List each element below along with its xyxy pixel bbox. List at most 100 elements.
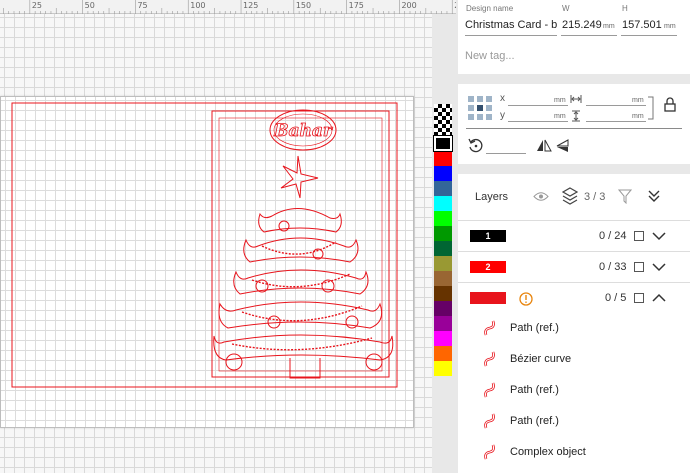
horizontal-ruler: 255075100125150175200225: [0, 0, 470, 14]
chevron-down-icon[interactable]: [652, 262, 666, 272]
layer-checkbox[interactable]: [634, 262, 644, 272]
tree-tier-5: [213, 334, 394, 361]
filter-icon[interactable]: [618, 189, 632, 204]
rotation-input[interactable]: [486, 153, 526, 154]
list-item[interactable]: Complex object: [458, 437, 690, 467]
x-label: x: [500, 93, 505, 104]
transform-width-input[interactable]: [586, 105, 646, 106]
layer-count: 0 / 5: [605, 292, 627, 304]
color-swatch[interactable]: [434, 286, 452, 301]
color-swatch[interactable]: [434, 196, 452, 211]
x-unit: mm: [554, 97, 566, 104]
ornament: [225, 353, 243, 371]
trunk-path: [289, 358, 321, 379]
star-path: [280, 155, 319, 199]
flip-vertical-icon[interactable]: [556, 139, 569, 153]
width-unit: mm: [603, 23, 615, 30]
color-swatch[interactable]: [433, 135, 453, 152]
color-swatch[interactable]: [434, 346, 452, 361]
rotate-icon[interactable]: [468, 138, 484, 154]
transform-divider: [466, 128, 682, 129]
object-name: Complex object: [510, 446, 586, 458]
properties-panel: Design name W H Christmas Card - be 215.…: [456, 0, 690, 473]
color-swatch[interactable]: [434, 361, 452, 376]
object-name: Path (ref.): [510, 384, 559, 396]
path-icon: [484, 320, 495, 336]
list-item[interactable]: Path (ref.): [458, 313, 690, 343]
color-swatch[interactable]: [434, 271, 452, 286]
color-swatch[interactable]: [434, 256, 452, 271]
x-input[interactable]: [508, 105, 568, 106]
layers-card: Layers 3 / 3 1 0 / 24 2 0 / 33 0 / 5 Pat…: [458, 174, 690, 473]
chevron-up-icon[interactable]: [652, 293, 666, 303]
width-label: W: [562, 4, 570, 13]
height-input[interactable]: 157.501: [622, 19, 662, 31]
transform-height-unit: mm: [632, 113, 644, 120]
color-swatch[interactable]: [434, 226, 452, 241]
color-swatch[interactable]: [434, 241, 452, 256]
color-swatch[interactable]: [434, 331, 452, 346]
color-swatch[interactable]: [434, 316, 452, 331]
ruler-label: 100: [190, 1, 206, 10]
list-item[interactable]: Path (ref.): [458, 375, 690, 405]
design-name-underline: [465, 35, 557, 36]
height-underline: [621, 35, 677, 36]
ruler-label: 150: [295, 1, 312, 10]
link-bracket-icon: [648, 96, 654, 120]
design-name-input[interactable]: Christmas Card - be: [465, 19, 557, 31]
layer-color-chip[interactable]: 1: [470, 230, 506, 242]
y-unit: mm: [554, 113, 566, 120]
list-item[interactable]: Path (ref.): [458, 406, 690, 436]
design-canvas[interactable]: Bahar: [0, 14, 432, 473]
garland-path: [231, 241, 373, 351]
tree-tier-2: [243, 237, 359, 263]
visible-layer-count: 3 / 3: [584, 191, 606, 203]
flip-horizontal-icon[interactable]: [536, 139, 552, 152]
layer-row-3[interactable]: 0 / 5: [458, 282, 690, 313]
width-input[interactable]: 215.249: [562, 19, 602, 31]
layer-count: 0 / 24: [599, 230, 627, 242]
new-tag-input[interactable]: New tag...: [465, 50, 515, 62]
width-arrows-icon: [570, 95, 582, 103]
layers-stack-icon[interactable]: [562, 187, 578, 205]
ruler-label: 75: [137, 1, 148, 10]
card-design[interactable]: Bahar: [0, 96, 420, 431]
transparency-swatch[interactable]: [434, 104, 452, 136]
ornament: [345, 315, 359, 329]
color-swatch[interactable]: [434, 301, 452, 316]
outer-frame-path: [11, 102, 398, 388]
path-icon: [484, 382, 495, 398]
object-name: Bézier curve: [510, 353, 572, 365]
list-item[interactable]: Bézier curve: [458, 344, 690, 374]
layer-color-chip[interactable]: 2: [470, 261, 506, 273]
layer-checkbox[interactable]: [634, 293, 644, 303]
layer-color-chip[interactable]: [470, 292, 506, 304]
color-swatch[interactable]: [434, 211, 452, 226]
collapse-all-icon[interactable]: [647, 189, 661, 203]
transform-height-input[interactable]: [586, 121, 646, 122]
height-unit: mm: [664, 23, 676, 30]
layer-row-2[interactable]: 2 0 / 33: [458, 251, 690, 282]
ornament: [278, 220, 290, 232]
layers-title: Layers: [475, 191, 509, 203]
layer-checkbox[interactable]: [634, 231, 644, 241]
anchor-grid-icon[interactable]: [468, 96, 494, 120]
warning-icon[interactable]: [519, 292, 533, 306]
lock-icon[interactable]: [664, 97, 676, 112]
y-input[interactable]: [508, 121, 568, 122]
object-name: Path (ref.): [510, 415, 559, 427]
design-name-label: Design name: [466, 4, 514, 13]
color-swatch[interactable]: [434, 151, 452, 166]
ruler-label: 50: [84, 1, 95, 10]
color-swatch[interactable]: [434, 166, 452, 181]
tree-tier-3: [233, 269, 369, 295]
chevron-down-icon[interactable]: [652, 231, 666, 241]
layer-row-1[interactable]: 1 0 / 24: [458, 220, 690, 251]
color-swatch[interactable]: [434, 181, 452, 196]
ruler-label: 200: [401, 1, 417, 10]
color-palette: [433, 104, 453, 376]
path-icon: [484, 413, 495, 429]
app-window: 255075100125150175200225: [0, 0, 690, 473]
eye-icon[interactable]: [533, 191, 549, 202]
name-text: Bahar: [273, 121, 333, 141]
